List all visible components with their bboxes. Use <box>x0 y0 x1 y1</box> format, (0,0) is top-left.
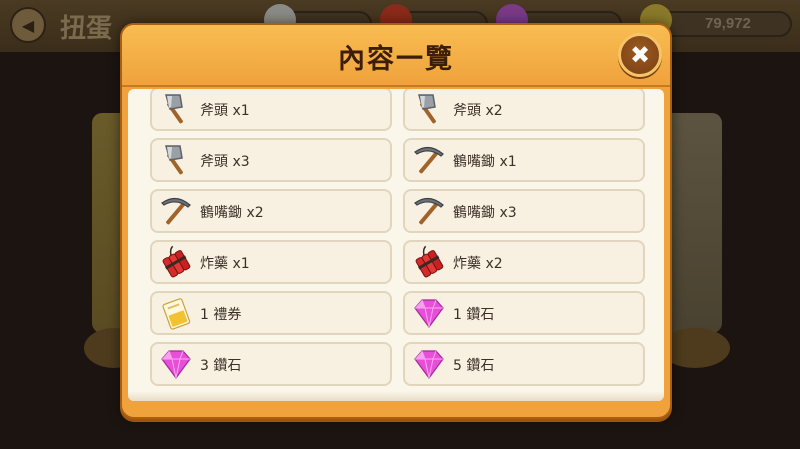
diamond-icon <box>158 346 194 382</box>
item-row: 1 禮券 1 鑽石 <box>128 291 664 342</box>
axe-icon <box>158 91 194 127</box>
item-card[interactable]: 斧頭 x1 <box>150 89 392 131</box>
contents-modal: 內容一覽 ✖ 斧頭 x1 斧頭 x2 斧頭 x3 鶴嘴鋤 x1 鶴嘴鋤 x2 鶴嘴鋤 x3… <box>120 23 672 419</box>
item-card[interactable]: 斧頭 x2 <box>403 89 645 131</box>
coin-amount: 79,972 <box>705 15 751 32</box>
diamond-icon <box>411 295 447 331</box>
item-card[interactable]: 3 鑽石 <box>150 342 392 386</box>
item-card[interactable]: 1 鑽石 <box>403 291 645 335</box>
item-label: 斧頭 x1 <box>200 103 250 119</box>
screen-title: 扭蛋 <box>60 14 113 44</box>
modal-title: 內容一覽 <box>338 44 454 75</box>
item-label: 1 禮券 <box>200 307 242 323</box>
item-card[interactable]: 鶴嘴鋤 x1 <box>403 138 645 182</box>
back-arrow-icon: ◀ <box>21 15 35 35</box>
diamond-icon <box>411 346 447 382</box>
item-label: 炸藥 x1 <box>200 256 250 272</box>
axe-icon <box>158 142 194 178</box>
item-row: 炸藥 x1 炸藥 x2 <box>128 240 664 291</box>
item-label: 鶴嘴鋤 x2 <box>200 205 264 221</box>
pickaxe-icon <box>411 142 447 178</box>
item-card[interactable]: 斧頭 x3 <box>150 138 392 182</box>
item-card[interactable]: 炸藥 x1 <box>150 240 392 284</box>
dynamite-icon <box>158 244 194 280</box>
item-card[interactable]: 鶴嘴鋤 x3 <box>403 189 645 233</box>
item-label: 斧頭 x3 <box>200 154 250 170</box>
item-card[interactable]: 5 鑽石 <box>403 342 645 386</box>
pickaxe-icon <box>158 193 194 229</box>
item-row: 斧頭 x3 鶴嘴鋤 x1 <box>128 138 664 189</box>
item-row: 鶴嘴鋤 x2 鶴嘴鋤 x3 <box>128 189 664 240</box>
close-button[interactable]: ✖ <box>618 33 662 77</box>
dynamite-icon <box>411 244 447 280</box>
modal-header: 內容一覽 ✖ <box>122 25 670 87</box>
item-row: 斧頭 x1 斧頭 x2 <box>128 89 664 138</box>
close-icon: ✖ <box>629 41 651 69</box>
item-list-inner: 斧頭 x1 斧頭 x2 斧頭 x3 鶴嘴鋤 x1 鶴嘴鋤 x2 鶴嘴鋤 x3 炸藥 x1 炸藥… <box>128 89 664 393</box>
back-button[interactable]: ◀ <box>10 7 46 43</box>
item-label: 5 鑽石 <box>453 358 495 374</box>
item-row: 3 鑽石 5 鑽石 <box>128 342 664 393</box>
item-label: 斧頭 x2 <box>453 103 503 119</box>
item-label: 3 鑽石 <box>200 358 242 374</box>
item-label: 鶴嘴鋤 x1 <box>453 154 517 170</box>
scroll-fade <box>128 391 664 401</box>
axe-icon <box>411 91 447 127</box>
item-card[interactable]: 炸藥 x2 <box>403 240 645 284</box>
item-list[interactable]: 斧頭 x1 斧頭 x2 斧頭 x3 鶴嘴鋤 x1 鶴嘴鋤 x2 鶴嘴鋤 x3 炸藥 x1 炸藥… <box>128 89 664 401</box>
item-card[interactable]: 1 禮券 <box>150 291 392 335</box>
ticket-icon <box>158 295 194 331</box>
pickaxe-icon <box>411 193 447 229</box>
item-label: 炸藥 x2 <box>453 256 503 272</box>
item-label: 1 鑽石 <box>453 307 495 323</box>
item-label: 鶴嘴鋤 x3 <box>453 205 517 221</box>
item-card[interactable]: 鶴嘴鋤 x2 <box>150 189 392 233</box>
